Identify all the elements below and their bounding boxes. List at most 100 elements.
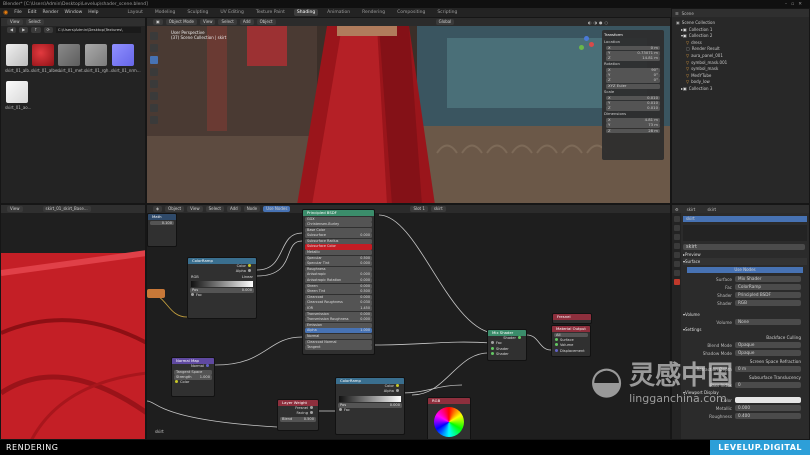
material-output-node[interactable]: Material Output All Surface Volume Displ… — [551, 325, 591, 357]
window-controls[interactable]: –▫✕ — [785, 2, 806, 7]
refraction-depth-field[interactable]: 0 m — [735, 366, 801, 372]
principled-input-row[interactable]: Roughness — [305, 266, 372, 272]
tab-uv-editing[interactable]: UV Editing — [217, 9, 246, 16]
volume-dropdown[interactable]: None — [735, 319, 801, 325]
section-surface[interactable]: ▾ Surface — [683, 258, 807, 265]
principled-input-row[interactable]: GGX — [305, 216, 372, 222]
principled-input-row[interactable]: Subsurface Radius — [305, 238, 372, 244]
select-menu[interactable]: Select — [25, 19, 44, 25]
color-ramp-1-pos[interactable]: Pos 0.000 — [190, 288, 254, 293]
principled-input-row[interactable]: Metallic — [305, 250, 372, 256]
tab-animation[interactable]: Animation — [324, 9, 353, 16]
principled-input-row[interactable]: Christensen-Burley — [305, 222, 372, 228]
parent-folder-icon[interactable]: ↑ — [31, 27, 41, 33]
rotate-tool-icon[interactable] — [150, 68, 158, 76]
menu-edit[interactable]: Edit — [28, 10, 37, 15]
refresh-icon[interactable]: ⟳ — [43, 27, 53, 33]
outliner-item[interactable]: ▸▣ Collection 1 — [676, 27, 805, 34]
object-tab-icon[interactable] — [673, 261, 680, 267]
normal-map-space[interactable]: Tangent Space — [174, 369, 212, 375]
color-ramp-1-gradient[interactable] — [191, 281, 253, 288]
file-thumb[interactable] — [32, 44, 54, 66]
principled-input-row[interactable]: Base Color — [305, 227, 372, 233]
material-datablock-field[interactable]: skirt — [683, 244, 805, 250]
modifier-tab-icon[interactable] — [673, 270, 680, 276]
tab-layout[interactable]: Layout — [125, 9, 146, 16]
menu-window[interactable]: Window — [65, 10, 83, 15]
rotation-mode[interactable]: XYZ Euler — [606, 83, 660, 89]
material-tab-icon[interactable] — [673, 279, 680, 285]
layer-weight-facing[interactable]: Facing — [278, 411, 318, 416]
color-ramp-1-input-fac[interactable]: Fac — [188, 293, 256, 298]
section-settings[interactable]: ▾ Settings — [683, 326, 807, 333]
principled-input-row[interactable]: Clearcoat Roughness 0.030 — [305, 300, 372, 306]
move-tool-icon[interactable] — [150, 56, 158, 64]
mix-shader-node[interactable]: Mix Shader Shader Fac Shader Shader — [487, 329, 527, 361]
file-thumb[interactable] — [58, 44, 80, 66]
material-slot-item[interactable]: skirt — [683, 216, 807, 222]
principled-input-row[interactable]: Transmission Roughness 0.000 — [305, 317, 372, 323]
image-editor-view-menu[interactable]: View — [7, 206, 23, 212]
fac-link-dropdown[interactable]: ColorRamp — [735, 284, 801, 290]
principled-input-row[interactable]: Specular 0.500 — [305, 255, 372, 261]
color-ramp-2-input-fac[interactable]: Fac — [336, 408, 404, 413]
mix-shader-input-shader-2[interactable]: Shader — [488, 352, 526, 357]
transform-tool-icon[interactable] — [150, 92, 158, 100]
reroute-node[interactable] — [147, 289, 165, 298]
principled-input-row[interactable]: Anisotropic Rotation 0.000 — [305, 278, 372, 284]
3d-viewport[interactable]: ▣ Object Mode View Select Add Object Glo… — [146, 17, 671, 204]
outliner-item[interactable]: ▽ MedYTube — [676, 73, 805, 80]
tool-tab-icon[interactable] — [673, 216, 680, 222]
color-ramp-2-pos[interactable]: Pos 0.000 — [338, 402, 402, 408]
normal-map-strength[interactable]: Strength 1.000 — [174, 375, 212, 380]
select-box-tool-icon[interactable] — [150, 32, 158, 40]
color-ramp-2-output-alpha[interactable]: Alpha — [336, 389, 404, 394]
rotation-y[interactable]: Y 0° — [606, 72, 660, 78]
color-ramp-2-gradient[interactable] — [339, 395, 401, 402]
outliner-item[interactable]: ▢ Render Result — [676, 46, 805, 53]
shader2-link-dropdown[interactable]: RGB — [735, 300, 801, 306]
file-thumb[interactable] — [112, 44, 134, 66]
blender-logo-icon[interactable]: ◉ — [3, 9, 8, 16]
outliner-item[interactable]: ▽ symbol_mask.001 — [676, 60, 805, 67]
outliner-item[interactable]: ▽ body_low — [676, 79, 805, 86]
render-tab-icon[interactable] — [673, 225, 680, 231]
menu-help[interactable]: Help — [88, 10, 98, 15]
surface-shader-dropdown[interactable]: Mix Shader — [735, 276, 801, 282]
math-node[interactable]: Math 0.100 — [147, 213, 177, 247]
image-selector[interactable]: skirt_01_skirt_Base... — [42, 206, 91, 212]
tab-rendering[interactable]: Rendering — [359, 9, 388, 16]
color-ramp-1-mode[interactable]: RGB Linear — [188, 275, 256, 280]
principled-input-row[interactable]: Normal — [305, 333, 372, 340]
file-thumb[interactable] — [6, 44, 28, 66]
principled-input-row[interactable]: Alpha 1.000 — [305, 328, 372, 334]
view-menu[interactable]: View — [7, 19, 23, 25]
color-ramp-node-2[interactable]: ColorRamp Color Alpha Pos 0.000 Fac — [335, 377, 405, 435]
material-output-target[interactable]: All — [554, 332, 588, 338]
forward-arrow-icon[interactable]: ▶ — [19, 27, 29, 33]
outliner-item[interactable]: ▾▣ Collection 2 — [676, 33, 805, 40]
file-thumb[interactable] — [6, 81, 28, 103]
principled-input-row[interactable]: Emission — [305, 322, 372, 328]
navigation-gizmo[interactable] — [577, 36, 597, 56]
outliner-item[interactable]: ▽ dress — [676, 40, 805, 47]
back-arrow-icon[interactable]: ◀ — [7, 27, 17, 33]
normal-map-output[interactable]: Normal — [172, 364, 214, 369]
principled-input-row[interactable]: Transmission 0.000 — [305, 311, 372, 317]
principled-input-row[interactable]: Subsurface 0.000 — [305, 233, 372, 239]
math-value-field[interactable]: 0.100 — [150, 220, 174, 226]
outliner-item[interactable]: ▽ symbol_mask — [676, 66, 805, 73]
principled-input-row[interactable]: Clearcoat Normal — [305, 339, 372, 345]
scene-tab-icon[interactable] — [673, 243, 680, 249]
tab-scripting[interactable]: Scripting — [434, 9, 460, 16]
shader1-link-dropdown[interactable]: Principled BSDF — [735, 292, 801, 298]
principled-input-row[interactable]: Sheen Tint 0.500 — [305, 289, 372, 295]
backface-culling-checkbox[interactable]: Backface Culling — [683, 333, 807, 341]
viewport-color-swatch[interactable] — [735, 397, 801, 403]
color-wheel[interactable] — [434, 407, 464, 437]
section-volume[interactable]: ▾ Volume — [683, 311, 807, 318]
use-nodes-button[interactable]: Use Nodes — [687, 267, 803, 273]
menu-render[interactable]: Render — [43, 10, 59, 15]
shadow-mode-dropdown[interactable]: Opaque — [735, 350, 801, 356]
file-thumb[interactable] — [85, 44, 107, 66]
